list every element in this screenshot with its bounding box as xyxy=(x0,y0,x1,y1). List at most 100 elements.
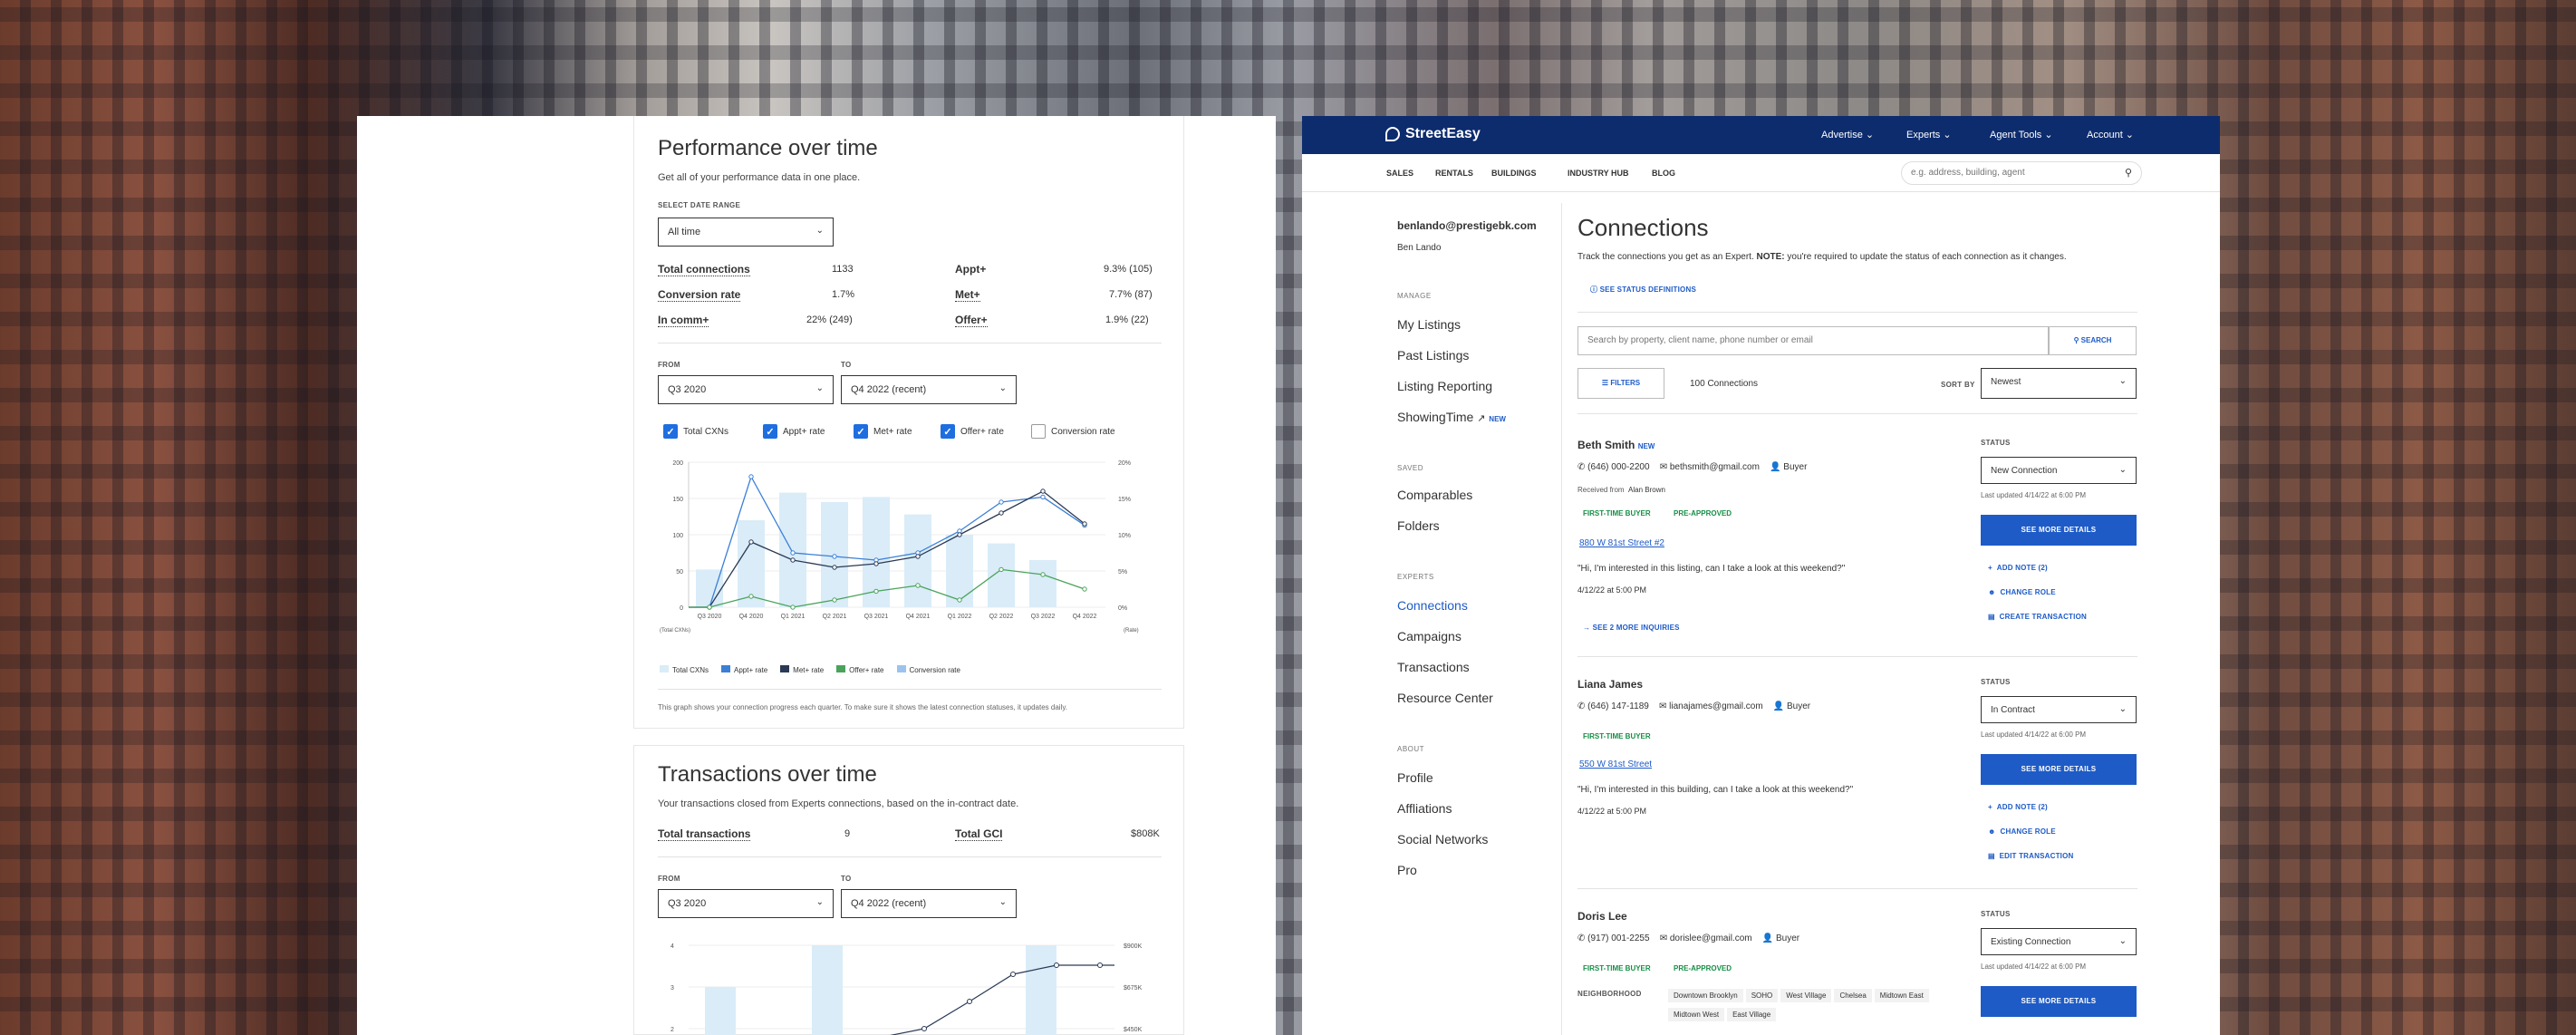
side-showingtime[interactable]: ShowingTime ↗ NEW xyxy=(1397,410,1506,424)
nav-agent-tools[interactable]: Agent Tools ⌄ xyxy=(1990,129,2053,140)
edit-transaction-link[interactable]: ▤ EDIT TRANSACTION xyxy=(1988,852,2074,860)
search-button[interactable]: ⚲ SEARCH xyxy=(2049,326,2137,355)
date-range-select[interactable]: All time ⌄ xyxy=(658,218,834,247)
check-offer-rate[interactable]: ✓ Offer+ rate xyxy=(941,424,1004,439)
chart-footnote: This graph shows your connection progres… xyxy=(658,703,1067,711)
date-range-value: All time xyxy=(668,227,701,237)
site-search[interactable]: ⚲ xyxy=(1901,161,2142,185)
sort-select[interactable]: Newest ⌄ xyxy=(1981,368,2137,399)
data-point xyxy=(999,566,1004,573)
listing-link[interactable]: 550 W 81st Street xyxy=(1579,759,1652,769)
connection-search-input[interactable] xyxy=(1587,335,2022,345)
y2-tick: 20% xyxy=(1118,460,1131,467)
check-conversion-rate[interactable]: Conversion rate xyxy=(1031,424,1115,439)
search-icon[interactable]: ⚲ xyxy=(2125,167,2132,179)
see-more-details-button[interactable]: SEE MORE DETAILS xyxy=(1981,515,2137,546)
stat-offer[interactable]: Offer+ xyxy=(955,314,988,327)
status-value: Existing Connection xyxy=(1991,937,2071,947)
new-badge: NEW xyxy=(1489,415,1506,423)
sort-by-label: SORT BY xyxy=(1941,381,1975,389)
check-appt-rate[interactable]: ✓ Appt+ rate xyxy=(763,424,825,439)
change-role-link[interactable]: ☻ CHANGE ROLE xyxy=(1988,588,2056,596)
y-tick: 2 xyxy=(671,1027,674,1033)
inquiry-time: 4/12/22 at 5:00 PM xyxy=(1577,585,1647,595)
connection-name[interactable]: Doris Lee xyxy=(1577,910,1627,923)
nav-advertise[interactable]: Advertise ⌄ xyxy=(1821,129,1874,140)
mail-icon: ✉ xyxy=(1658,701,1667,711)
side-affliations[interactable]: Affliations xyxy=(1397,801,1452,816)
side-transactions[interactable]: Transactions xyxy=(1397,660,1470,674)
stat-conversion-rate[interactable]: Conversion rate xyxy=(658,288,741,302)
top-navbar: StreetEasy Advertise ⌄ Experts ⌄ Agent T… xyxy=(1302,116,2220,154)
data-point xyxy=(1040,494,1046,500)
subnav-sales[interactable]: SALES xyxy=(1386,169,1413,178)
last-updated: Last updated 4/14/22 at 6:00 PM xyxy=(1981,491,2087,499)
transactions-card: Transactions over time Your transactions… xyxy=(633,745,1184,1035)
subnav-industry-hub[interactable]: INDUSTRY HUB xyxy=(1568,169,1629,178)
side-profile[interactable]: Profile xyxy=(1397,770,1433,785)
performance-card: Performance over time Get all of your pe… xyxy=(633,116,1184,729)
axis-right-unit: (Rate) xyxy=(1124,628,1139,634)
status-label: STATUS xyxy=(1981,678,2011,686)
connection-name[interactable]: Beth Smith NEW xyxy=(1577,439,1655,451)
trans-from-select[interactable]: Q3 2020 ⌄ xyxy=(658,889,834,918)
add-note-link[interactable]: + ADD NOTE (2) xyxy=(1988,803,2048,811)
see-status-definitions-link[interactable]: ⓘ SEE STATUS DEFINITIONS xyxy=(1590,285,1696,295)
new-badge: NEW xyxy=(1637,442,1655,450)
brand-logo[interactable]: StreetEasy xyxy=(1385,126,1481,142)
stat-value: 7.7% (87) xyxy=(1109,289,1153,300)
neighborhood-chip: Midtown West xyxy=(1668,1008,1725,1021)
from-select[interactable]: Q3 2020 ⌄ xyxy=(658,375,834,404)
change-role-link[interactable]: ☻ CHANGE ROLE xyxy=(1988,827,2056,836)
to-select[interactable]: Q4 2022 (recent) ⌄ xyxy=(841,375,1017,404)
data-point xyxy=(790,605,796,610)
side-my-listings[interactable]: My Listings xyxy=(1397,317,1461,332)
stat-total-transactions[interactable]: Total transactions xyxy=(658,827,751,841)
mail-icon: ✉ xyxy=(1659,933,1668,943)
side-campaigns[interactable]: Campaigns xyxy=(1397,629,1462,643)
subnav-buildings[interactable]: BUILDINGS xyxy=(1491,169,1537,178)
side-past-listings[interactable]: Past Listings xyxy=(1397,348,1469,363)
side-folders[interactable]: Folders xyxy=(1397,518,1440,533)
x-tick: Q3 2021 xyxy=(864,614,889,620)
see-more-inquiries-link[interactable]: → SEE 2 MORE INQUIRIES xyxy=(1583,624,1680,632)
check-met-rate[interactable]: ✓ Met+ rate xyxy=(854,424,912,439)
nav-account[interactable]: Account ⌄ xyxy=(2087,129,2134,140)
listing-link[interactable]: 880 W 81st Street #2 xyxy=(1579,538,1664,548)
subnav-rentals[interactable]: RENTALS xyxy=(1435,169,1473,178)
side-pro[interactable]: Pro xyxy=(1397,863,1417,877)
data-point xyxy=(748,539,754,545)
inquiry-time: 4/12/22 at 5:00 PM xyxy=(1577,807,1647,816)
side-comparables[interactable]: Comparables xyxy=(1397,488,1472,502)
perf-title: Performance over time xyxy=(658,136,878,160)
subnav-blog[interactable]: BLOG xyxy=(1652,169,1675,178)
connection-name[interactable]: Liana James xyxy=(1577,678,1643,691)
stat-in-comm[interactable]: In comm+ xyxy=(658,314,709,327)
last-updated: Last updated 4/14/22 at 6:00 PM xyxy=(1981,730,2087,739)
status-select[interactable]: Existing Connection ⌄ xyxy=(1981,928,2137,955)
side-social-networks[interactable]: Social Networks xyxy=(1397,832,1488,846)
side-listing-reporting[interactable]: Listing Reporting xyxy=(1397,379,1492,393)
see-more-details-button[interactable]: SEE MORE DETAILS xyxy=(1981,754,2137,785)
stat-total-gci[interactable]: Total GCI xyxy=(955,827,1003,841)
filters-button[interactable]: ☰ FILTERS xyxy=(1577,368,1664,399)
see-more-details-button[interactable]: SEE MORE DETAILS xyxy=(1981,986,2137,1017)
stat-met[interactable]: Met+ xyxy=(955,288,980,302)
nav-experts[interactable]: Experts ⌄ xyxy=(1906,129,1952,140)
check-total-cxns[interactable]: ✓ Total CXNs xyxy=(663,424,728,439)
status-select[interactable]: New Connection ⌄ xyxy=(1981,457,2137,484)
create-transaction-link[interactable]: ▤ CREATE TRANSACTION xyxy=(1988,613,2087,621)
status-select[interactable]: In Contract ⌄ xyxy=(1981,696,2137,723)
data-point xyxy=(707,605,712,610)
trans-to-select[interactable]: Q4 2022 (recent) ⌄ xyxy=(841,889,1017,918)
checkbox-checked-icon: ✓ xyxy=(763,424,777,439)
data-point xyxy=(873,561,879,566)
side-connections[interactable]: Connections xyxy=(1397,598,1468,613)
add-note-link[interactable]: + ADD NOTE (2) xyxy=(1988,564,2048,572)
side-resource-center[interactable]: Resource Center xyxy=(1397,691,1493,705)
stat-total-connections[interactable]: Total connections xyxy=(658,263,750,276)
neighborhood-chip: West Village xyxy=(1780,989,1832,1002)
divider xyxy=(658,689,1162,690)
site-search-input[interactable] xyxy=(1911,168,2110,178)
connection-search[interactable] xyxy=(1577,326,2049,355)
